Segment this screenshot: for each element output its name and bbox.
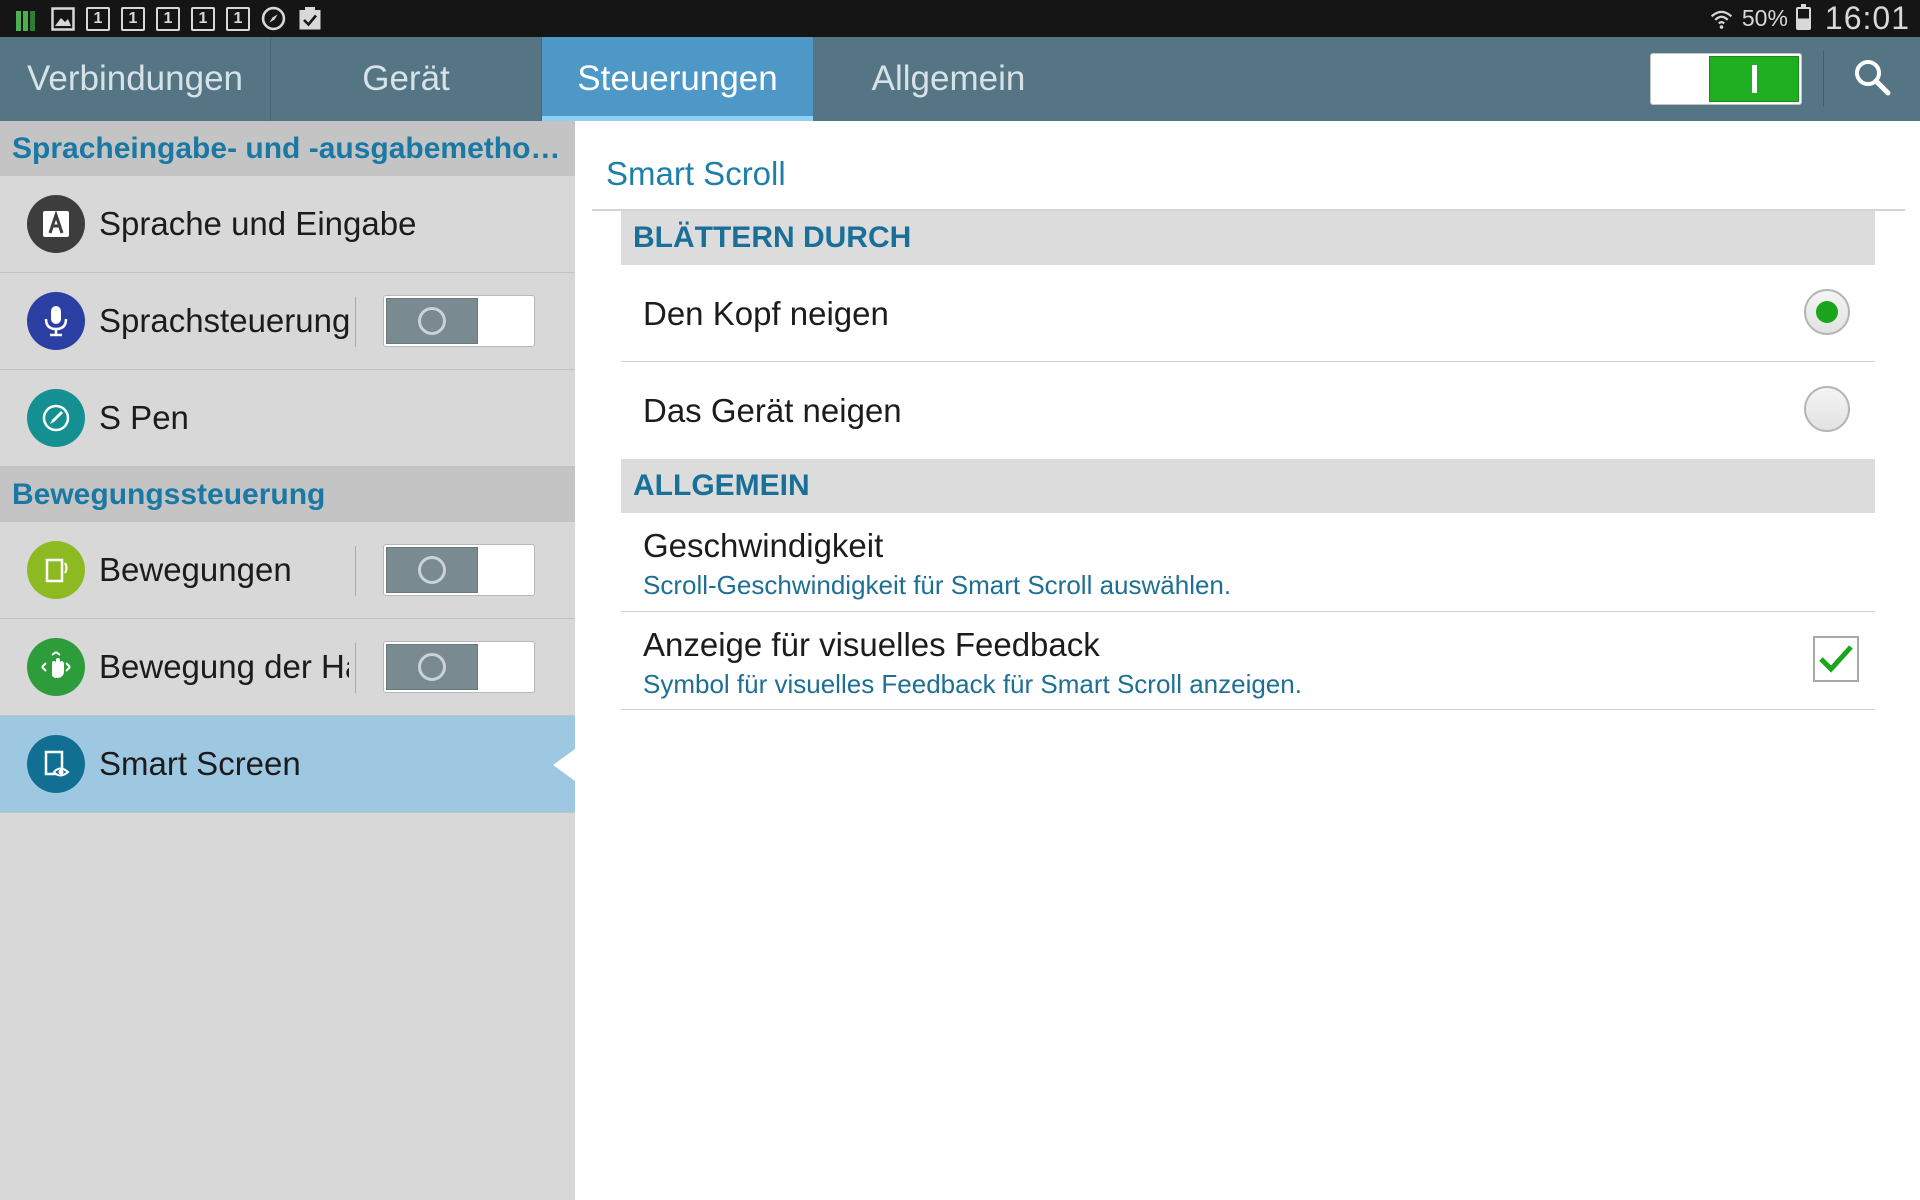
battery-icon — [1795, 4, 1811, 30]
radio-tilt-head[interactable] — [1804, 289, 1850, 335]
sim-1-icon: 1 — [191, 6, 215, 31]
bewegungen-toggle[interactable] — [383, 544, 535, 596]
sidebar-item-bewegungen[interactable]: Bewegungen — [0, 522, 575, 619]
checkmark-icon — [1819, 645, 1853, 673]
sidebar-item-bewegung-der-hand[interactable]: Bewegung der Hand — [0, 619, 575, 716]
battery-percent: 50% — [1741, 5, 1788, 31]
search-icon — [1852, 57, 1892, 102]
page-title: Smart Scroll — [606, 155, 786, 192]
language-a-icon — [27, 195, 85, 253]
sidebar-item-label: S Pen — [99, 399, 189, 436]
sim-1-icon: 1 — [156, 6, 180, 31]
option-label: Das Gerät neigen — [643, 392, 902, 429]
wifi-icon — [1709, 6, 1734, 31]
signal-bars-icon — [14, 6, 39, 31]
sidebar-item-sprache-und-eingabe[interactable]: Sprache und Eingabe — [0, 176, 575, 273]
notification-icons: 1 1 1 1 1 — [14, 6, 322, 31]
smart-screen-eye-icon — [27, 735, 85, 793]
sidebar-item-label: Smart Screen — [99, 745, 301, 782]
sidebar-section-voice: Spracheingabe- und -ausgabemetho… — [0, 121, 575, 176]
divider — [355, 546, 356, 596]
bewegung-der-hand-toggle[interactable] — [383, 641, 535, 693]
sidebar-section-motion: Bewegungssteuerung — [0, 467, 575, 522]
sim-1-icon: 1 — [226, 6, 250, 31]
compass-icon — [261, 6, 286, 31]
sidebar-item-s-pen[interactable]: S Pen — [0, 370, 575, 467]
option-tilt-head[interactable]: Den Kopf neigen — [621, 265, 1875, 362]
tab-allgemein[interactable]: Allgemein — [813, 37, 1084, 121]
switch-knob — [1709, 56, 1799, 102]
sidebar-item-label: Sprachsteuerung — [99, 302, 349, 339]
radio-tilt-device[interactable] — [1804, 386, 1850, 432]
divider — [355, 297, 356, 347]
toggle-knob — [386, 298, 478, 344]
pen-icon — [27, 389, 85, 447]
setting-label: Geschwindigkeit — [643, 527, 884, 564]
toggle-knob — [386, 644, 478, 690]
sim-1-icon: 1 — [121, 6, 145, 31]
option-tilt-device[interactable]: Das Gerät neigen — [621, 362, 1875, 459]
sidebar-item-label: Bewegung der Hand — [99, 648, 349, 685]
tab-steuerungen[interactable]: Steuerungen — [542, 37, 813, 121]
setting-summary: Symbol für visuelles Feedback für Smart … — [643, 669, 1302, 699]
settings-tab-bar: Verbindungen Gerät Steuerungen Allgemein — [0, 37, 1920, 121]
feedback-checkbox[interactable] — [1813, 636, 1859, 682]
image-icon — [50, 6, 75, 31]
clock: 16:01 — [1824, 0, 1910, 36]
section-header-scroll-by: BLÄTTERN DURCH — [621, 211, 1875, 265]
section-header-general: ALLGEMEIN — [621, 459, 1875, 513]
sidebar-item-smart-screen[interactable]: Smart Screen — [0, 716, 575, 813]
setting-visual-feedback[interactable]: Anzeige für visuelles Feedback Symbol fü… — [621, 612, 1875, 710]
clipboard-check-icon — [297, 6, 322, 31]
divider — [355, 643, 356, 693]
setting-speed[interactable]: Geschwindigkeit Scroll-Geschwindigkeit f… — [621, 513, 1875, 612]
sim-1-icon: 1 — [86, 6, 110, 31]
device-motion-icon — [27, 541, 85, 599]
smart-scroll-panel: Smart Scroll BLÄTTERN DURCH Den Kopf nei… — [575, 121, 1920, 1200]
status-bar: 1 1 1 1 1 50% 16:01 — [0, 0, 1920, 37]
search-button[interactable] — [1842, 51, 1902, 107]
setting-summary: Scroll-Geschwindigkeit für Smart Scroll … — [643, 570, 1232, 600]
tab-verbindungen[interactable]: Verbindungen — [0, 37, 271, 121]
sidebar-item-label: Bewegungen — [99, 551, 292, 588]
smart-scroll-master-switch[interactable] — [1650, 53, 1802, 105]
tab-geraet[interactable]: Gerät — [271, 37, 542, 121]
microphone-icon — [27, 292, 85, 350]
settings-sidebar: Spracheingabe- und -ausgabemetho… Sprach… — [0, 121, 575, 1200]
divider — [1823, 51, 1824, 107]
sprachsteuerung-toggle[interactable] — [383, 295, 535, 347]
setting-label: Anzeige für visuelles Feedback — [643, 626, 1100, 663]
hand-motion-icon — [27, 638, 85, 696]
toggle-knob — [386, 547, 478, 593]
option-label: Den Kopf neigen — [643, 295, 889, 332]
sidebar-item-sprachsteuerung[interactable]: Sprachsteuerung — [0, 273, 575, 370]
sidebar-item-label: Sprache und Eingabe — [99, 205, 417, 242]
